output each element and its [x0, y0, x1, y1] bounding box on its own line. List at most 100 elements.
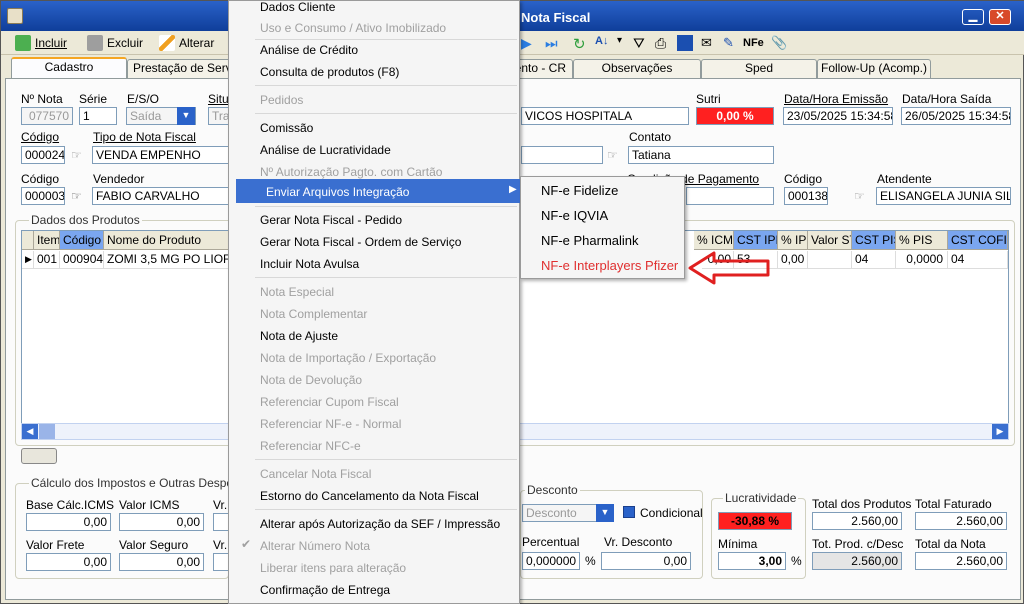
- nfe-button[interactable]: NFe: [743, 34, 764, 52]
- menu-nota-importacao[interactable]: Nota de Importação / Exportação: [260, 351, 436, 365]
- saida-field[interactable]: 26/05/2025 15:34:58: [901, 107, 1011, 125]
- atendente-hand-icon[interactable]: ☞: [854, 189, 870, 203]
- atendente-field[interactable]: ELISANGELA JUNIA SILVA: [876, 187, 1011, 205]
- cell-ipi[interactable]: 0,00: [778, 251, 808, 269]
- col-icms[interactable]: % ICMS: [694, 231, 734, 250]
- submenu-nfe-iqvia[interactable]: NF-e IQVIA: [541, 208, 608, 223]
- menu-enviar-arquivos[interactable]: Enviar Arquivos Integração: [266, 185, 409, 199]
- condicional-checkbox[interactable]: [623, 506, 635, 518]
- menu-dados-cliente[interactable]: Dados Cliente: [260, 0, 335, 14]
- sort-az-icon[interactable]: A↓: [595, 35, 611, 51]
- submenu-nfe-pharmalink[interactable]: NF-e Pharmalink: [541, 233, 639, 248]
- lookup-hand-icon[interactable]: ☞: [71, 148, 87, 162]
- codigo-vend-field[interactable]: 000003: [21, 187, 65, 205]
- menu-nota-especial[interactable]: Nota Especial: [260, 285, 334, 299]
- close-button[interactable]: ✕: [989, 9, 1011, 25]
- frete-field[interactable]: 0,00: [26, 553, 111, 571]
- incluir-button[interactable]: Incluir: [15, 34, 67, 52]
- menu-gerar-pedido[interactable]: Gerar Nota Fiscal - Pedido: [260, 213, 402, 227]
- tab-observacoes[interactable]: Observações: [573, 59, 701, 78]
- tab-cadastro[interactable]: Cadastro: [11, 57, 127, 79]
- cell-codigo[interactable]: 000904: [60, 251, 104, 269]
- tab-follow-up[interactable]: Follow-Up (Acomp.): [817, 59, 931, 78]
- scroll-right-icon[interactable]: ▶: [992, 424, 1008, 439]
- menu-autorizacao-cartao[interactable]: Nº Autorização Pagto. com Cartão: [260, 165, 442, 179]
- percentual-field[interactable]: 0,000000: [522, 552, 580, 570]
- menu-alterar-numero[interactable]: Alterar Número Nota: [260, 539, 370, 553]
- wand-icon[interactable]: ✎: [723, 35, 739, 51]
- total-faturado-field[interactable]: 2.560,00: [915, 512, 1007, 530]
- vendor-hand-icon[interactable]: ☞: [71, 189, 87, 203]
- col-valor-st[interactable]: Valor ST: [808, 231, 852, 250]
- attach-icon[interactable]: 📎: [771, 35, 787, 51]
- col-pis[interactable]: % PIS: [896, 231, 948, 250]
- export-icon[interactable]: [677, 35, 693, 51]
- codigo-tipo-field[interactable]: 000024: [21, 146, 65, 164]
- vr-desconto-field[interactable]: 0,00: [601, 552, 691, 570]
- cell-cst-cofins[interactable]: 04: [948, 251, 1008, 269]
- situacao-field[interactable]: Tra: [208, 107, 230, 125]
- col-cst-pis[interactable]: CST PIS: [852, 231, 896, 250]
- menu-uso-consumo[interactable]: Uso e Consumo / Ativo Imobilizado: [260, 21, 446, 35]
- cond-pagto-field[interactable]: [686, 187, 774, 205]
- scroll-thumb[interactable]: [39, 424, 55, 439]
- tab-sped[interactable]: Sped: [701, 59, 817, 78]
- print-icon[interactable]: ⎙: [655, 35, 671, 51]
- menu-gerar-os[interactable]: Gerar Nota Fiscal - Ordem de Serviço: [260, 235, 461, 249]
- tipo-nota-field[interactable]: VENDA EMPENHO: [92, 146, 230, 164]
- cliente-field[interactable]: VICOS HOSPITALA: [521, 107, 689, 125]
- email-icon[interactable]: ✉: [701, 35, 717, 51]
- menu-nota-ajuste[interactable]: Nota de Ajuste: [260, 329, 338, 343]
- minima-field[interactable]: 3,00: [718, 552, 786, 570]
- vendedor-field[interactable]: FABIO CARVALHO: [92, 187, 230, 205]
- menu-pedidos[interactable]: Pedidos: [260, 93, 303, 107]
- base-icms-field[interactable]: 0,00: [26, 513, 111, 531]
- menu-nota-avulsa[interactable]: Incluir Nota Avulsa: [260, 257, 359, 271]
- menu-estorno-cancelamento[interactable]: Estorno do Cancelamento da Nota Fiscal: [260, 489, 479, 503]
- tab-prestacao-servico[interactable]: Prestação de Serviço: [127, 59, 231, 78]
- valor-icms-field[interactable]: 0,00: [119, 513, 204, 531]
- menu-confirmacao-entrega[interactable]: Confirmação de Entrega: [260, 583, 390, 597]
- menu-cancelar-nota[interactable]: Cancelar Nota Fiscal: [260, 467, 371, 481]
- submenu-nfe-fidelize[interactable]: NF-e Fidelize: [541, 183, 618, 198]
- col-cst-ipi[interactable]: CST IPI: [734, 231, 778, 250]
- scroll-left-icon[interactable]: ◀: [22, 424, 38, 439]
- menu-analise-lucratividade[interactable]: Análise de Lucratividade: [260, 143, 391, 157]
- cell-item[interactable]: 001: [34, 251, 60, 269]
- col-ipi[interactable]: % IPI: [778, 231, 808, 250]
- serie-field[interactable]: 1: [79, 107, 117, 125]
- contato-field[interactable]: Tatiana: [628, 146, 774, 164]
- col-nome[interactable]: Nome do Produto: [104, 231, 230, 250]
- dropdown-icon[interactable]: ▾: [617, 35, 633, 51]
- alterar-button[interactable]: Alterar: [159, 34, 214, 52]
- menu-ref-cupom[interactable]: Referenciar Cupom Fiscal: [260, 395, 399, 409]
- seguro-field[interactable]: 0,00: [119, 553, 204, 571]
- menu-nota-complementar[interactable]: Nota Complementar: [260, 307, 367, 321]
- codigo-atend-field[interactable]: 000138: [784, 187, 828, 205]
- nota-field[interactable]: 077570: [21, 107, 73, 125]
- menu-ref-nfe[interactable]: Referenciar NF-e - Normal: [260, 417, 401, 431]
- filter-icon[interactable]: ⛛: [633, 35, 649, 51]
- submenu-nfe-interplayers-pfizer[interactable]: NF-e Interplayers Pfizer: [541, 258, 678, 273]
- menu-nota-devolucao[interactable]: Nota de Devolução: [260, 373, 362, 387]
- menu-consulta-produtos[interactable]: Consulta de produtos (F8): [260, 65, 399, 79]
- cell-valor-st[interactable]: [808, 251, 852, 269]
- total-produtos-field[interactable]: 2.560,00: [812, 512, 902, 530]
- play-icon[interactable]: ▶: [521, 35, 537, 51]
- cell-pis[interactable]: 0,0000: [896, 251, 948, 269]
- chevron-down-icon[interactable]: ▼: [177, 107, 195, 125]
- col-cst-cofins[interactable]: CST COFIN: [948, 231, 1008, 250]
- minimize-button[interactable]: ▁: [962, 9, 984, 25]
- emissao-field[interactable]: 23/05/2025 15:34:58: [783, 107, 893, 125]
- contact-hand-icon[interactable]: ☞: [607, 148, 623, 162]
- cell-nome[interactable]: ZOMI 3,5 MG PO LIOFILI: [104, 251, 230, 269]
- last-icon[interactable]: ⏭: [545, 35, 561, 51]
- col-item[interactable]: Item: [34, 231, 60, 250]
- expand-button[interactable]: [21, 448, 57, 464]
- refresh-icon[interactable]: ↻: [573, 35, 589, 53]
- desconto-chevron-down-icon[interactable]: ▼: [596, 504, 614, 522]
- menu-liberar-itens[interactable]: Liberar itens para alteração: [260, 561, 406, 575]
- menu-analise-credito[interactable]: Análise de Crédito: [260, 43, 358, 57]
- blank-field[interactable]: [521, 146, 603, 164]
- excluir-button[interactable]: Excluir: [87, 34, 143, 52]
